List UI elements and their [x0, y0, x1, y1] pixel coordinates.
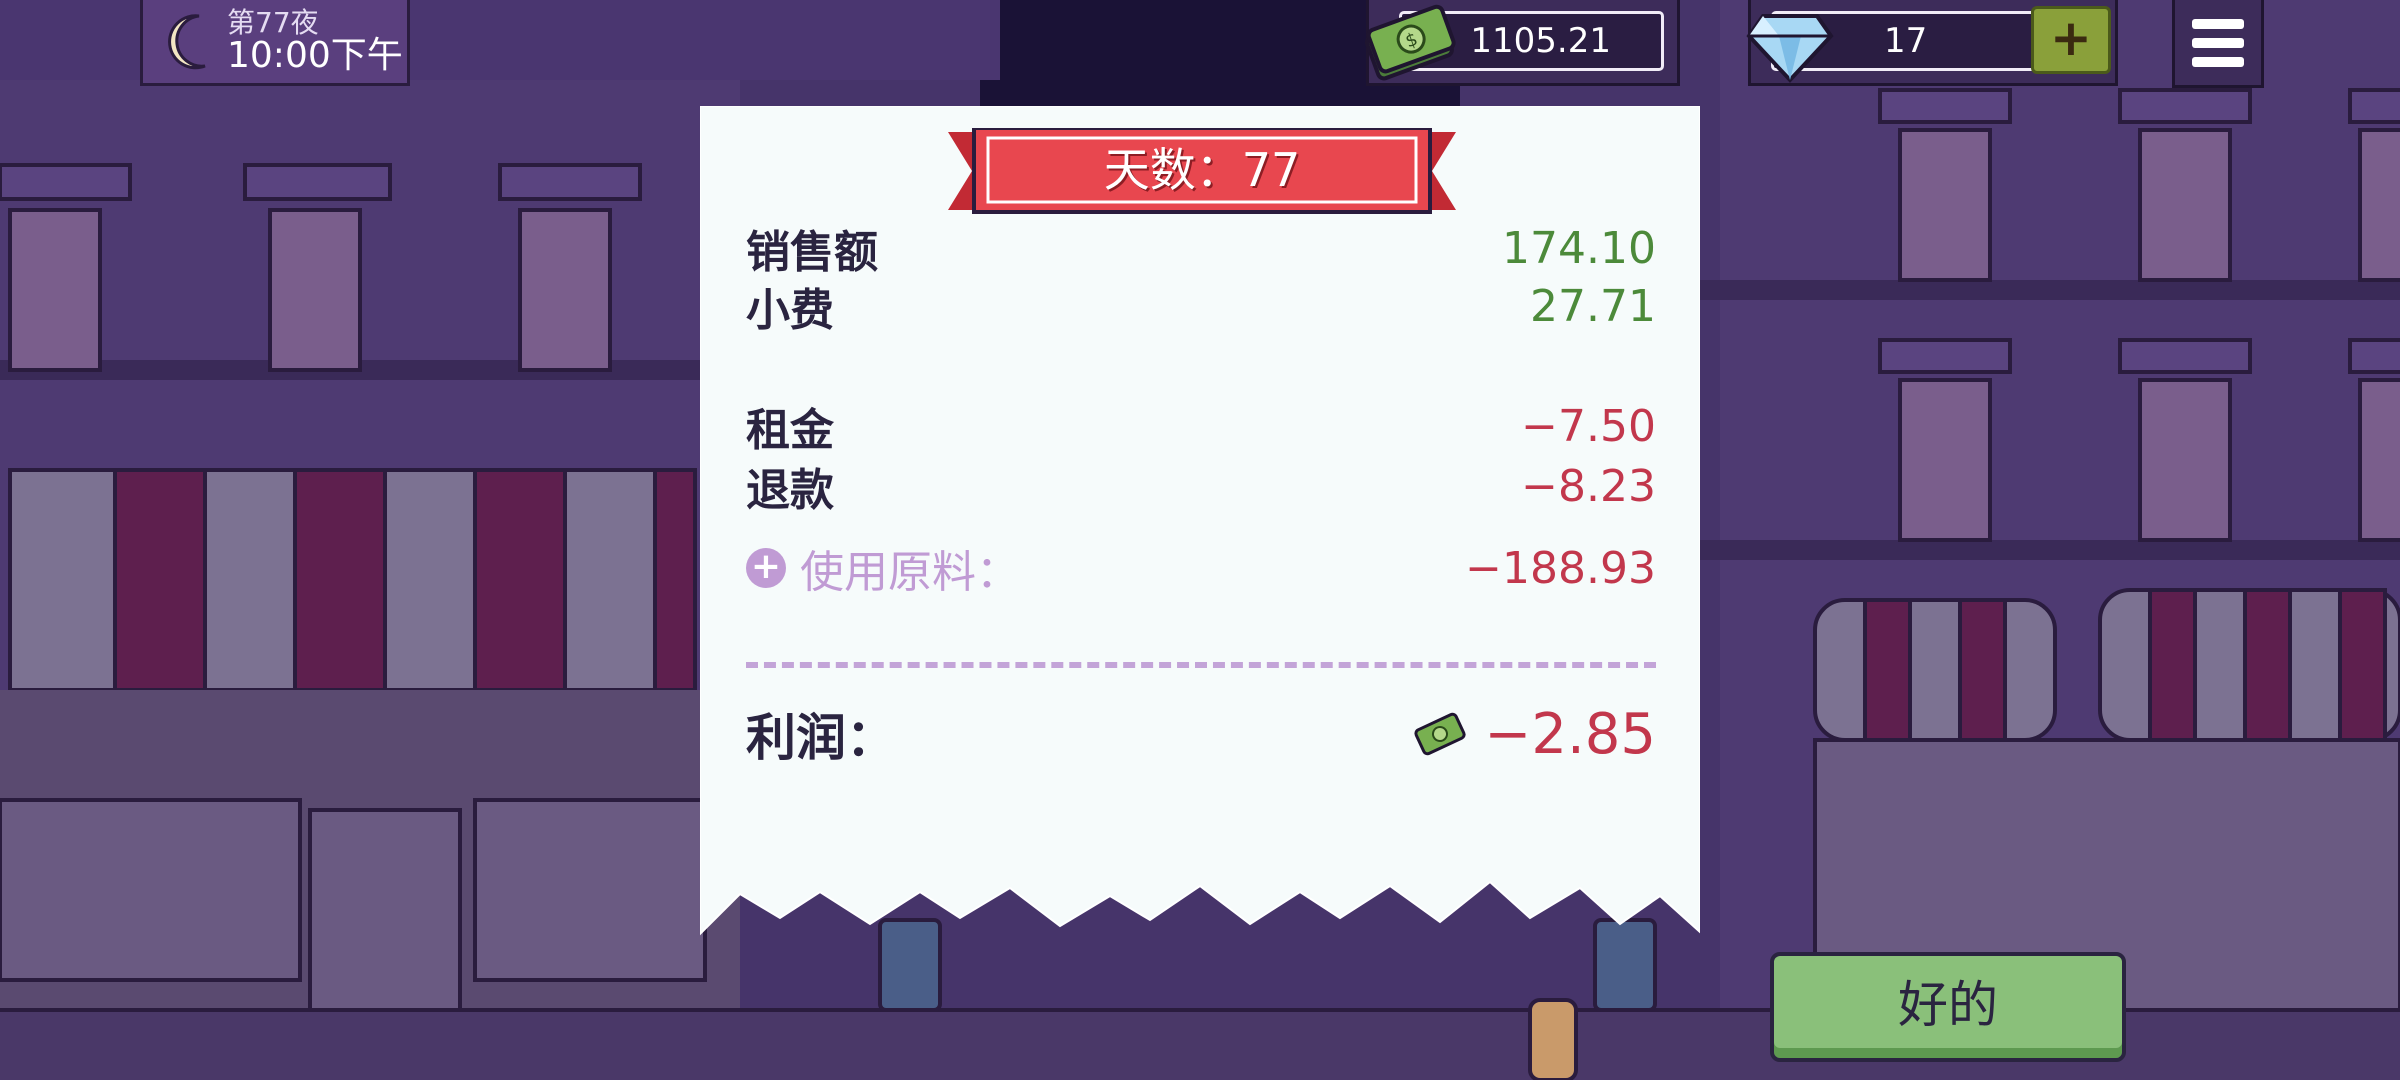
- gem-counter: 17 +: [1746, 0, 2118, 86]
- ingredients-label: 使用原料：: [800, 547, 1020, 598]
- ok-button[interactable]: 好的: [1770, 952, 2126, 1062]
- sales-value: 174.10: [1502, 222, 1656, 274]
- expand-plus-icon[interactable]: +: [746, 548, 786, 588]
- receipt-row-rent: 租金 −7.50: [746, 394, 1656, 458]
- night-label: 第77夜: [227, 5, 319, 39]
- buy-gems-button[interactable]: +: [2031, 6, 2111, 74]
- receipt-row-tips: 小费 27.71: [746, 274, 1656, 338]
- refunds-label: 退款: [746, 465, 834, 516]
- rent-value: −7.50: [1521, 400, 1656, 452]
- diamond-icon: [1746, 14, 1834, 83]
- profit-value: −2.85: [1484, 701, 1656, 767]
- tips-label: 小费: [746, 285, 834, 336]
- night-time-badge: 第77夜 10:00下午: [140, 0, 410, 86]
- receipt-row-ingredients[interactable]: + 使用原料： −188.93: [746, 536, 1656, 600]
- profit-label: 利润：: [746, 709, 896, 767]
- receipt-row-sales: 销售额 174.10: [746, 216, 1656, 280]
- cash-icon: [1414, 712, 1467, 756]
- sales-label: 销售额: [746, 227, 878, 278]
- clock-time: 10:00下午: [227, 35, 403, 77]
- menu-icon: [2192, 18, 2244, 29]
- moon-icon: [168, 13, 206, 69]
- daily-summary-receipt: 天数：77 销售额 174.10 小费 27.71 租金 −7.50 退款 −8…: [700, 106, 1700, 946]
- receipt-row-refunds: 退款 −8.23: [746, 454, 1656, 518]
- rent-label: 租金: [746, 405, 834, 456]
- money-counter: 1105.21 $: [1364, 0, 1680, 86]
- ingredients-value: −188.93: [1465, 542, 1656, 594]
- day-banner-text: 天数：77: [1103, 143, 1301, 197]
- tips-value: 27.71: [1530, 280, 1656, 332]
- refunds-value: −8.23: [1521, 460, 1656, 512]
- receipt-row-profit: 利润： −2.85: [746, 698, 1656, 770]
- receipt-divider: [746, 662, 1656, 668]
- menu-button[interactable]: [2172, 0, 2264, 88]
- cash-icon: $: [1364, 4, 1456, 81]
